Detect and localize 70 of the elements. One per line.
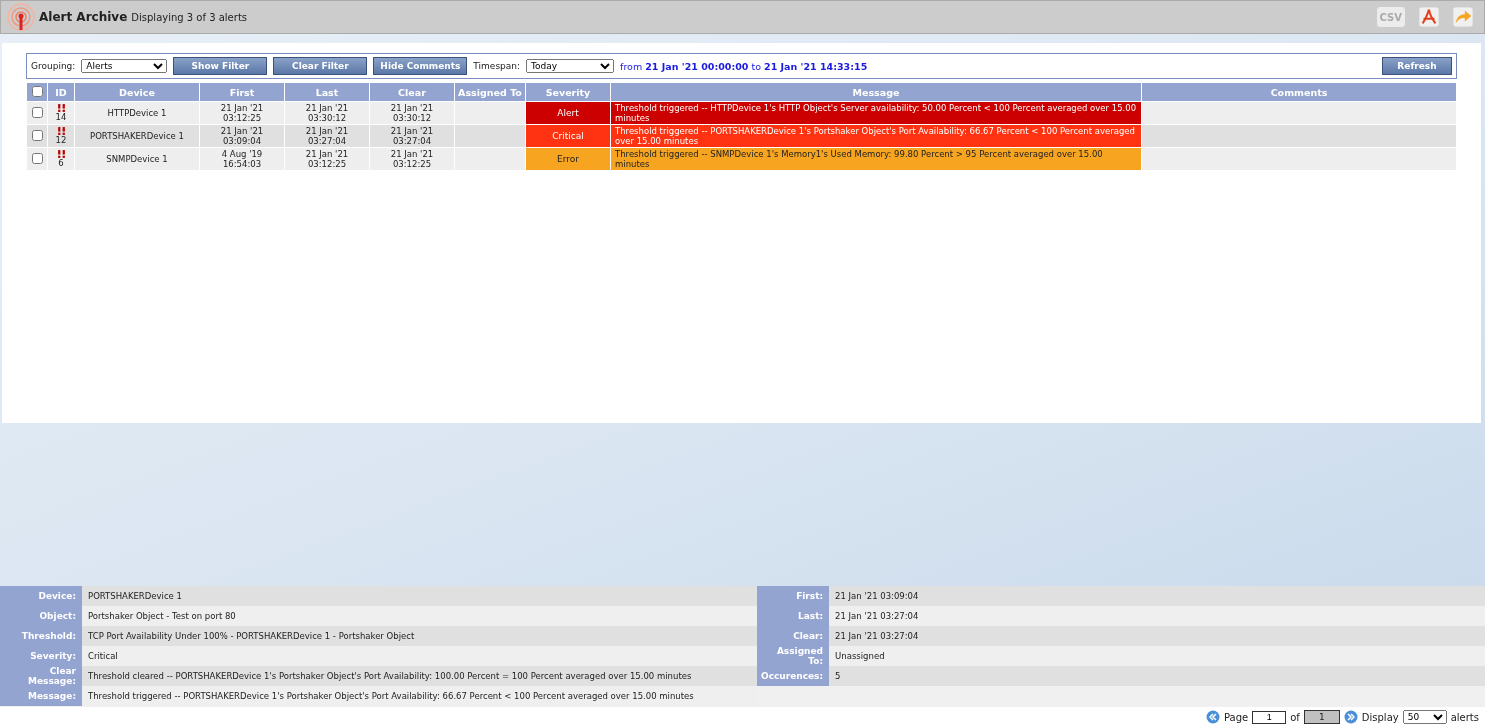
toolbar-button[interactable]: Clear Filter	[273, 57, 368, 75]
detail-label: First:	[757, 586, 830, 606]
column-header[interactable]: First	[199, 82, 285, 102]
page-title: Alert Archive	[39, 10, 128, 24]
detail-label: Object:	[0, 606, 82, 626]
detail-value: Unassigned	[829, 646, 1485, 666]
row-checkbox[interactable]	[31, 106, 43, 118]
select-all-checkbox[interactable]	[31, 85, 43, 97]
page-subtitle: Displaying 3 of 3 alerts	[131, 11, 247, 23]
antenna-icon	[7, 3, 35, 31]
alerts-label: alerts	[1450, 711, 1479, 723]
total-pages: 1	[1303, 710, 1340, 724]
message-cell: Threshold triggered -- PORTSHAKERDevice 1's Portshaker Object's Port Availability: 66.67 Percent < 100 Percent averaged over 15.00 minutes	[610, 124, 1142, 148]
toolbar-button[interactable]: Show Filter	[173, 57, 268, 75]
date-range: from 21 Jan '21 00:00:00 to 21 Jan '21 14:33:15	[620, 60, 868, 72]
display-count-dropdown[interactable]: 50	[1402, 710, 1447, 724]
detail-value: Threshold cleared -- PORTSHAKERDevice 1's Portshaker Object's Port Availability: 100.00 Percent = 100 Percent averaged over 15.00 minutes	[82, 666, 757, 686]
detail-value: Threshold triggered -- PORTSHAKERDevice 1's Portshaker Object's Port Availability: 66.67 Percent < 100 Percent averaged over 15.00 minutes	[82, 686, 757, 706]
detail-label: Assigned To:	[757, 646, 830, 666]
page-label: Page	[1223, 711, 1249, 723]
priority-icon	[56, 104, 66, 112]
refresh-button[interactable]: Refresh	[1382, 57, 1452, 75]
table-cell: PORTSHAKERDevice 1	[74, 124, 200, 148]
detail-value: Portshaker Object - Test on port 80	[82, 606, 757, 626]
detail-value: 21 Jan '21 03:09:04	[829, 586, 1485, 606]
priority-icon	[56, 127, 66, 135]
row-checkbox[interactable]	[31, 129, 43, 141]
detail-label: Clear:	[757, 626, 830, 646]
alert-id: 6	[58, 158, 64, 168]
toolbar-button[interactable]: Hide Comments	[373, 57, 468, 75]
message-cell: Threshold triggered -- HTTPDevice 1's HTTP Object's Server availability: 50.00 Percent < 100 Percent averaged over 15.00 minutes	[610, 101, 1142, 125]
column-header[interactable]: Device	[74, 82, 200, 102]
column-header[interactable]: Comments	[1141, 82, 1457, 102]
timespan-dropdown[interactable]: Today	[526, 59, 615, 73]
table-cell: HTTPDevice 1	[74, 101, 200, 125]
row-checkbox[interactable]	[31, 152, 43, 164]
detail-label: Message:	[0, 686, 82, 706]
column-header[interactable]: Message	[610, 82, 1142, 102]
message-cell: Threshold triggered -- SNMPDevice 1's Memory1's Used Memory: 99.80 Percent > 95 Percent averaged over 15.00 minutes	[610, 147, 1142, 171]
detail-value: TCP Port Availability Under 100% - PORTSHAKERDevice 1 - Portshaker Object	[82, 626, 757, 646]
of-label: of	[1290, 711, 1300, 723]
detail-value: 5	[829, 666, 1485, 686]
display-label: Display	[1361, 711, 1399, 723]
grouping-dropdown[interactable]: Alerts	[81, 59, 168, 73]
detail-value: 21 Jan '21 03:27:04	[829, 606, 1485, 626]
alert-id: 14	[55, 112, 67, 122]
detail-label: Occurences:	[757, 666, 830, 686]
priority-icon	[56, 150, 66, 158]
csv-export-button[interactable]: CSV	[1375, 6, 1406, 28]
column-header[interactable]: Last	[284, 82, 370, 102]
page-field[interactable]: 1	[1252, 710, 1287, 724]
detail-label: Device:	[0, 586, 82, 606]
detail-label: Last:	[757, 606, 830, 626]
timespan-label: Timespan:	[473, 61, 521, 71]
column-header[interactable]: Severity	[525, 82, 611, 102]
column-header[interactable]: Clear	[369, 82, 455, 102]
detail-label: Severity:	[0, 646, 82, 666]
detail-value: 21 Jan '21 03:27:04	[829, 626, 1485, 646]
grouping-label: Grouping:	[31, 61, 76, 71]
alert-id: 12	[55, 135, 67, 145]
detail-label: Threshold:	[0, 626, 82, 646]
first-page-icon[interactable]	[1205, 710, 1220, 724]
pdf-icon	[1418, 6, 1440, 28]
detail-value: PORTSHAKERDevice 1	[82, 586, 757, 606]
table-cell: SNMPDevice 1	[74, 147, 200, 171]
detail-label: Clear Message:	[0, 666, 82, 686]
detail-value: Critical	[82, 646, 757, 666]
column-header[interactable]: ID	[47, 82, 75, 102]
last-page-icon[interactable]	[1343, 710, 1358, 724]
column-header[interactable]: Assigned To	[454, 82, 526, 102]
